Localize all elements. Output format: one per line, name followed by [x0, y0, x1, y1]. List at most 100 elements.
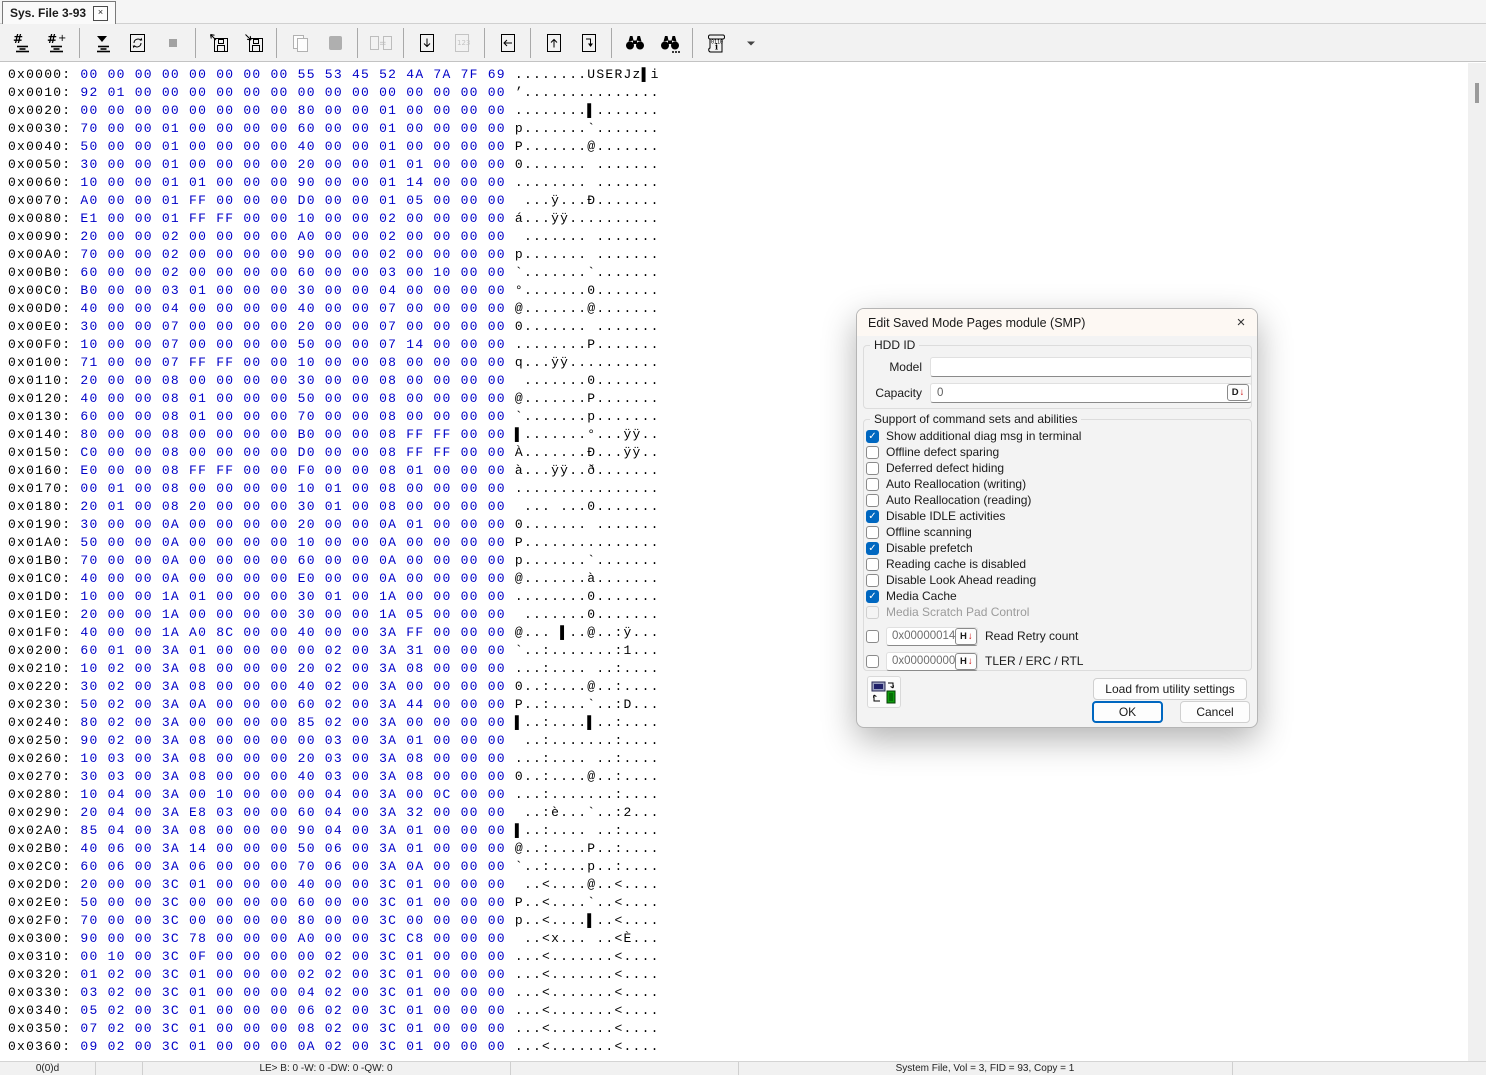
hex-ascii[interactable]: `.......p.......: [506, 409, 660, 424]
hex-ascii[interactable]: `..:....p..:....: [506, 859, 660, 874]
hex-ascii[interactable]: `..:.......:1...: [506, 643, 660, 658]
import-page-button[interactable]: [491, 28, 524, 58]
hex-row[interactable]: 0x0170: 00 01 00 08 00 00 00 00 10 01 00…: [8, 480, 660, 498]
hex-ascii[interactable]: ...<.......<....: [506, 949, 660, 964]
hex-row[interactable]: 0x0140: 80 00 00 08 00 00 00 00 B0 00 00…: [8, 426, 660, 444]
hex-ascii[interactable]: ...:.... ..:....: [506, 661, 660, 676]
hex-ascii[interactable]: ........P.......: [506, 337, 660, 352]
hex-ascii[interactable]: ........ .......: [506, 175, 660, 190]
hex-ascii[interactable]: p.......`.......: [506, 553, 660, 568]
dialog-title-bar[interactable]: Edit Saved Mode Pages module (SMP): [857, 309, 1257, 336]
checkbox[interactable]: [866, 446, 879, 459]
hex-ascii[interactable]: @..:....P..:....: [506, 841, 660, 856]
hex-bytes[interactable]: 90 00 00 3C 78 00 00 00 A0 00 00 3C C8 0…: [80, 931, 505, 946]
hex-bytes[interactable]: 10 02 00 3A 08 00 00 00 20 02 00 3A 08 0…: [80, 661, 505, 676]
hex-ascii[interactable]: .......0.......: [506, 373, 660, 388]
find-next-button[interactable]: [653, 28, 686, 58]
hex-row[interactable]: 0x00A0: 70 00 00 02 00 00 00 00 90 00 00…: [8, 246, 660, 264]
hex-bytes[interactable]: 71 00 00 07 FF FF 00 00 10 00 00 08 00 0…: [80, 355, 505, 370]
hex-ascii[interactable]: @.......P.......: [506, 391, 660, 406]
hex-bytes[interactable]: 20 04 00 3A E8 03 00 00 60 04 00 3A 32 0…: [80, 805, 505, 820]
hex-ascii[interactable]: P.......@.......: [506, 139, 660, 154]
hex-row[interactable]: 0x0100: 71 00 00 07 FF FF 00 00 10 00 00…: [8, 354, 660, 372]
hex-row[interactable]: 0x02C0: 60 06 00 3A 06 00 00 00 70 06 00…: [8, 858, 660, 876]
hex-ascii[interactable]: ▌..:....▌..:....: [506, 715, 660, 730]
hex-ascii[interactable]: á...ÿÿ..........: [506, 211, 660, 226]
hex-bytes[interactable]: 50 00 00 0A 00 00 00 00 10 00 00 0A 00 0…: [80, 535, 505, 550]
checkbox[interactable]: ✓: [866, 590, 879, 603]
hex-bytes[interactable]: 20 01 00 08 20 00 00 00 30 01 00 08 00 0…: [80, 499, 505, 514]
save-to-disk-button[interactable]: [202, 28, 235, 58]
hex-bytes[interactable]: 30 00 00 0A 00 00 00 00 20 00 00 0A 01 0…: [80, 517, 505, 532]
hex-row[interactable]: 0x0180: 20 01 00 08 20 00 00 00 30 01 00…: [8, 498, 660, 516]
hex-row[interactable]: 0x0230: 50 02 00 3A 0A 00 00 00 60 02 00…: [8, 696, 660, 714]
tab-sys-file[interactable]: Sys. File 3-93 ×: [2, 1, 116, 24]
hex-row[interactable]: 0x01C0: 40 00 00 0A 00 00 00 00 E0 00 00…: [8, 570, 660, 588]
prev-sector-button[interactable]: [537, 28, 570, 58]
hex-bytes[interactable]: 50 02 00 3A 0A 00 00 00 60 02 00 3A 44 0…: [80, 697, 505, 712]
hex-ascii[interactable]: @... ▌..@..:ÿ...: [506, 625, 660, 640]
load-from-drive-button[interactable]: [867, 676, 901, 708]
hex-bytes[interactable]: 40 00 00 1A A0 8C 00 00 40 00 00 3A FF 0…: [80, 625, 505, 640]
hex-editor-pane[interactable]: 0x0000: 00 00 00 00 00 00 00 00 55 53 45…: [0, 63, 1486, 1061]
hex-bytes[interactable]: 60 00 00 02 00 00 00 00 60 00 00 03 00 1…: [80, 265, 505, 280]
hex-row[interactable]: 0x0160: E0 00 00 08 FF FF 00 00 F0 00 00…: [8, 462, 660, 480]
hex-bytes[interactable]: E0 00 00 08 FF FF 00 00 F0 00 00 08 01 0…: [80, 463, 505, 478]
hex-row[interactable]: 0x00E0: 30 00 00 07 00 00 00 00 20 00 00…: [8, 318, 660, 336]
hex-ascii[interactable]: ..:è...`..:2...: [506, 805, 660, 820]
hex-bytes[interactable]: 70 00 00 3C 00 00 00 00 80 00 00 3C 00 0…: [80, 913, 505, 928]
hex-ascii[interactable]: 0..:....@..:....: [506, 679, 660, 694]
script-info-button[interactable]: 0110i: [699, 28, 732, 58]
hex-row[interactable]: 0x00C0: B0 00 00 03 01 00 00 00 30 00 00…: [8, 282, 660, 300]
hex-ascii[interactable]: ▌.......°...ÿÿ..: [506, 427, 660, 442]
hex-row[interactable]: 0x0010: 92 01 00 00 00 00 00 00 00 00 00…: [8, 84, 660, 102]
hex-row[interactable]: 0x01F0: 40 00 00 1A A0 8C 00 00 40 00 00…: [8, 624, 660, 642]
vertical-scrollbar[interactable]: [1468, 63, 1486, 1061]
checkbox[interactable]: [866, 574, 879, 587]
hex-bytes[interactable]: 40 00 00 0A 00 00 00 00 E0 00 00 0A 00 0…: [80, 571, 505, 586]
hex-bytes[interactable]: 00 00 00 00 00 00 00 00 55 53 45 52 4A 7…: [80, 67, 505, 82]
load-from-utility-settings-button[interactable]: Load from utility settings: [1093, 678, 1247, 700]
hex-ascii[interactable]: `.......`.......: [506, 265, 660, 280]
hex-row[interactable]: 0x01D0: 10 00 00 1A 01 00 00 00 30 01 00…: [8, 588, 660, 606]
hex-ascii[interactable]: ...<.......<....: [506, 1003, 660, 1018]
hex-bytes[interactable]: C0 00 00 08 00 00 00 00 D0 00 00 08 FF F…: [80, 445, 505, 460]
hex-ascii[interactable]: ...:.... ..:....: [506, 751, 660, 766]
hex-row[interactable]: 0x0120: 40 00 00 08 01 00 00 00 50 00 00…: [8, 390, 660, 408]
hex-bytes[interactable]: 80 00 00 08 00 00 00 00 B0 00 00 08 FF F…: [80, 427, 505, 442]
checkbox[interactable]: [866, 478, 879, 491]
hex-bytes[interactable]: 80 02 00 3A 00 00 00 00 85 02 00 3A 00 0…: [80, 715, 505, 730]
hex-ascii[interactable]: ...ÿ...Ð.......: [506, 193, 660, 208]
load-from-disk-button[interactable]: [237, 28, 270, 58]
hex-ascii[interactable]: @.......à.......: [506, 571, 660, 586]
model-field[interactable]: [930, 357, 1252, 377]
hex-ascii[interactable]: à...ÿÿ..ð.......: [506, 463, 660, 478]
hex-ascii[interactable]: p....... .......: [506, 247, 660, 262]
hex-bytes[interactable]: 10 00 00 1A 01 00 00 00 30 01 00 1A 00 0…: [80, 589, 505, 604]
capacity-value[interactable]: 0: [931, 387, 1227, 399]
hex-ascii[interactable]: P...............: [506, 535, 660, 550]
hex-bytes[interactable]: 20 00 00 08 00 00 00 00 30 00 00 08 00 0…: [80, 373, 505, 388]
ok-button[interactable]: OK: [1092, 701, 1163, 723]
hex-row[interactable]: 0x01E0: 20 00 00 1A 00 00 00 00 30 00 00…: [8, 606, 660, 624]
hex-row[interactable]: 0x0360: 09 02 00 3C 01 00 00 00 0A 02 00…: [8, 1038, 660, 1056]
hex-ascii[interactable]: ........0.......: [506, 589, 660, 604]
hex-row[interactable]: 0x02A0: 85 04 00 3A 08 00 00 00 90 04 00…: [8, 822, 660, 840]
hex-bytes[interactable]: 85 04 00 3A 08 00 00 00 90 04 00 3A 01 0…: [80, 823, 505, 838]
scrollbar-thumb[interactable]: [1475, 83, 1479, 103]
hex-bytes[interactable]: 70 00 00 0A 00 00 00 00 60 00 00 0A 00 0…: [80, 553, 505, 568]
hex-bytes[interactable]: 00 10 00 3C 0F 00 00 00 00 02 00 3C 01 0…: [80, 949, 505, 964]
hex-row[interactable]: 0x0220: 30 02 00 3A 08 00 00 00 40 02 00…: [8, 678, 660, 696]
hex-row[interactable]: 0x0070: A0 00 00 01 FF 00 00 00 D0 00 00…: [8, 192, 660, 210]
hex-row[interactable]: 0x0150: C0 00 00 08 00 00 00 00 D0 00 00…: [8, 444, 660, 462]
hex-row[interactable]: 0x0340: 05 02 00 3C 01 00 00 00 06 02 00…: [8, 1002, 660, 1020]
hex-row[interactable]: 0x02E0: 50 00 00 3C 00 00 00 00 60 00 00…: [8, 894, 660, 912]
hex-ascii[interactable]: ...<.......<....: [506, 985, 660, 1000]
hex-bytes[interactable]: 40 06 00 3A 14 00 00 00 50 06 00 3A 01 0…: [80, 841, 505, 856]
hex-bytes[interactable]: 10 03 00 3A 08 00 00 00 20 03 00 3A 08 0…: [80, 751, 505, 766]
hex-ascii[interactable]: 0....... .......: [506, 157, 660, 172]
hex-row[interactable]: 0x00B0: 60 00 00 02 00 00 00 00 60 00 00…: [8, 264, 660, 282]
hex-row[interactable]: 0x0090: 20 00 00 02 00 00 00 00 A0 00 00…: [8, 228, 660, 246]
checkbox[interactable]: ✓: [866, 430, 879, 443]
checkbox[interactable]: ✓: [866, 542, 879, 555]
